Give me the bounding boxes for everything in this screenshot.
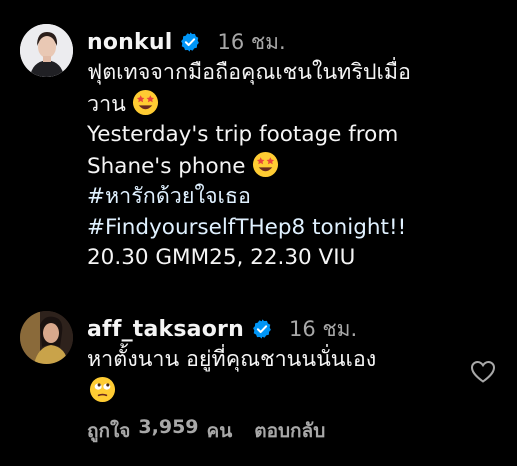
likes-unit[interactable]: คน [207,416,233,446]
comment-text-line: วาน [87,89,507,121]
comment-timestamp: 16 ชม. [288,316,358,341]
comment-text-line [87,376,467,408]
comment-text: วาน [87,91,126,117]
verified-badge-icon [179,31,201,53]
comment-header: nonkul 16 ชม. [87,26,507,58]
comment-text-line: 20.30 GMM25, 22.30 VIU [87,245,356,270]
comment-text-line: Yesterday's trip footage from [87,122,399,147]
comment-text: Shane's phone [87,153,246,179]
username[interactable]: nonkul [87,30,172,55]
hashtag-link[interactable]: #หารักด้วยใจเธอ [87,182,507,213]
comment-text-line: Shane's phone [87,151,507,183]
comment-aff-taksaorn: aff_taksaorn 16 ชม. หาตั้งนาน อยู่ที่คุณ… [87,313,467,407]
username[interactable]: aff_taksaorn [87,317,244,342]
rolling-eyes-emoji-icon [89,376,116,403]
comment-nonkul: nonkul 16 ชม. ฟุตเทจจากมือถือคุณเชนในทริ… [87,26,507,274]
comment-text-line: หาตั้งนาน อยู่ที่คุณชานนนั่นเอง [87,347,377,372]
comment-timestamp: 16 ชม. [217,29,286,54]
likes-label[interactable]: ถูกใจ [87,416,130,446]
star-struck-emoji-icon [252,151,279,178]
verified-badge-icon [251,318,273,340]
avatar-portrait-icon [20,24,73,77]
comment-actions: ถูกใจ 3,959 คน ตอบกลับ [87,416,333,446]
reply-button[interactable]: ตอบกลับ [254,416,325,446]
avatar-portrait-icon [20,311,73,364]
hashtag-link[interactable]: #FindyourselfTHep8 tonight!! [87,215,406,240]
likes-count[interactable]: 3,959 [138,416,198,446]
star-struck-emoji-icon [132,89,159,116]
comment-text-line: ฟุตเทจจากมือถือคุณเชนในทริปเมื่อ [87,60,411,85]
avatar-nonkul[interactable] [20,24,73,77]
avatar-aff-taksaorn[interactable] [20,311,73,364]
comment-header: aff_taksaorn 16 ชม. [87,313,467,345]
comment-text-line: #FindyourselfTHep8 tonight!! [87,213,507,244]
like-heart-icon[interactable] [470,360,496,384]
